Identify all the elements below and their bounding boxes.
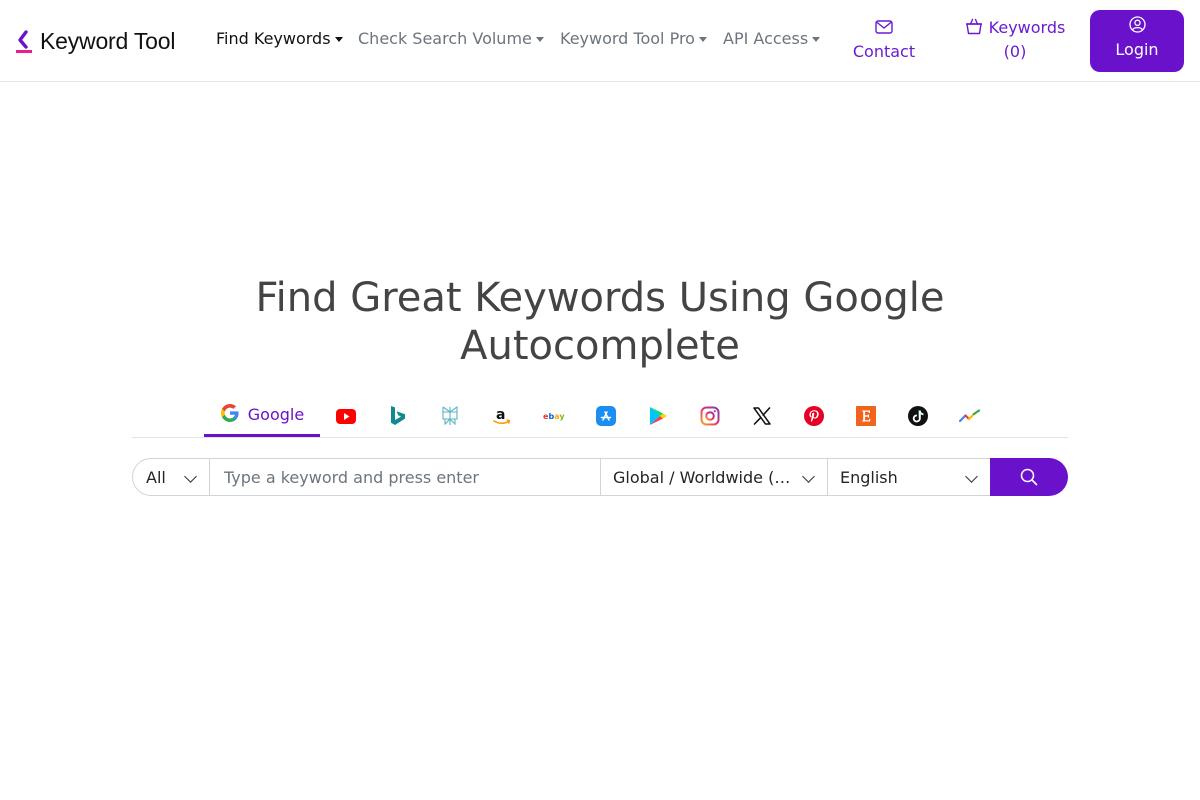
chevron-down-icon [965,470,978,483]
youtube-icon [336,408,356,424]
keyword-tool-logo-icon [16,28,32,54]
bing-icon [391,406,405,425]
nav-find-keywords[interactable]: Find Keywords [216,29,343,48]
tab-tiktok[interactable] [904,395,932,437]
ebay-icon: ebay [543,412,565,421]
tab-play-store[interactable] [644,395,672,437]
tab-google[interactable]: Google [204,395,320,437]
search-icon [1020,468,1038,486]
tab-youtube[interactable] [332,395,360,437]
caret-down-icon [812,37,821,42]
page-title-line-2: Autocomplete [460,323,740,369]
chevron-down-icon [802,470,815,483]
etsy-icon [856,406,876,426]
play-store-icon [650,407,667,425]
nav-keywords-basket[interactable]: Keywords (0) [960,16,1070,64]
nav-keywords-label: Keywords [988,18,1066,37]
tab-amazon[interactable]: a [488,395,516,437]
keywords-count: (0) [1003,42,1027,61]
pinterest-icon [804,406,824,426]
source-tabs: Google a ebay [132,395,1068,438]
nav-check-search-volume-label: Check Search Volume [358,29,532,48]
country-select[interactable]: Global / Worldwide (Google.com) [600,458,828,496]
login-label: Login [1115,40,1159,59]
tab-etsy[interactable] [852,395,880,437]
amazon-icon: a [493,407,511,425]
tiktok-icon [908,406,928,426]
nav-find-keywords-label: Find Keywords [216,29,331,48]
tab-instagram[interactable] [696,395,724,437]
tab-ebay[interactable]: ebay [540,395,568,437]
nav-keyword-tool-pro-label: Keyword Tool Pro [560,29,695,48]
chevron-down-icon [184,470,197,483]
nav-api-access[interactable]: API Access [723,29,821,48]
envelope-icon [846,16,922,40]
x-icon [753,407,771,425]
keyword-input-wrapper [209,458,601,496]
perplexity-icon [442,406,458,426]
page-title: Find Great Keywords Using Google Autocom… [0,274,1200,370]
tab-google-label: Google [247,405,305,424]
login-button[interactable]: Login [1090,10,1184,72]
basket-icon [965,16,983,40]
scope-select-value: All [146,467,166,487]
country-select-value: Global / Worldwide (Google.com) [613,467,791,487]
language-select[interactable]: English [827,458,991,496]
keyword-search-form: All Global / Worldwide (Google.com) Engl… [132,458,1068,496]
nav-contact[interactable]: Contact [846,16,922,64]
brand-name: Keyword Tool [40,27,176,54]
trends-icon [959,409,981,423]
nav-check-search-volume[interactable]: Check Search Volume [358,29,544,48]
caret-down-icon [334,37,343,42]
app-store-icon [596,406,616,426]
tab-trends[interactable] [956,395,984,437]
search-button[interactable] [990,458,1068,496]
language-select-value: English [840,467,898,487]
nav-keyword-tool-pro[interactable]: Keyword Tool Pro [560,29,707,48]
tab-app-store[interactable] [592,395,620,437]
tab-pinterest[interactable] [800,395,828,437]
google-icon [220,403,240,427]
svg-text:a: a [496,407,505,423]
nav-api-access-label: API Access [723,29,809,48]
tab-bing[interactable] [384,395,412,437]
svg-text:ebay: ebay [543,412,565,421]
caret-down-icon [698,37,707,42]
brand-logo[interactable]: Keyword Tool [16,27,175,55]
tab-perplexity[interactable] [436,395,464,437]
user-circle-icon [1090,16,1184,38]
instagram-icon [700,406,720,426]
page-title-line-1: Find Great Keywords Using Google [255,275,945,321]
scope-select[interactable]: All [132,458,210,496]
tab-x[interactable] [748,395,776,437]
keyword-input[interactable] [222,466,596,488]
caret-down-icon [535,37,544,42]
nav-contact-label: Contact [852,42,916,61]
top-navbar: Keyword Tool Find Keywords Check Search … [0,0,1200,82]
